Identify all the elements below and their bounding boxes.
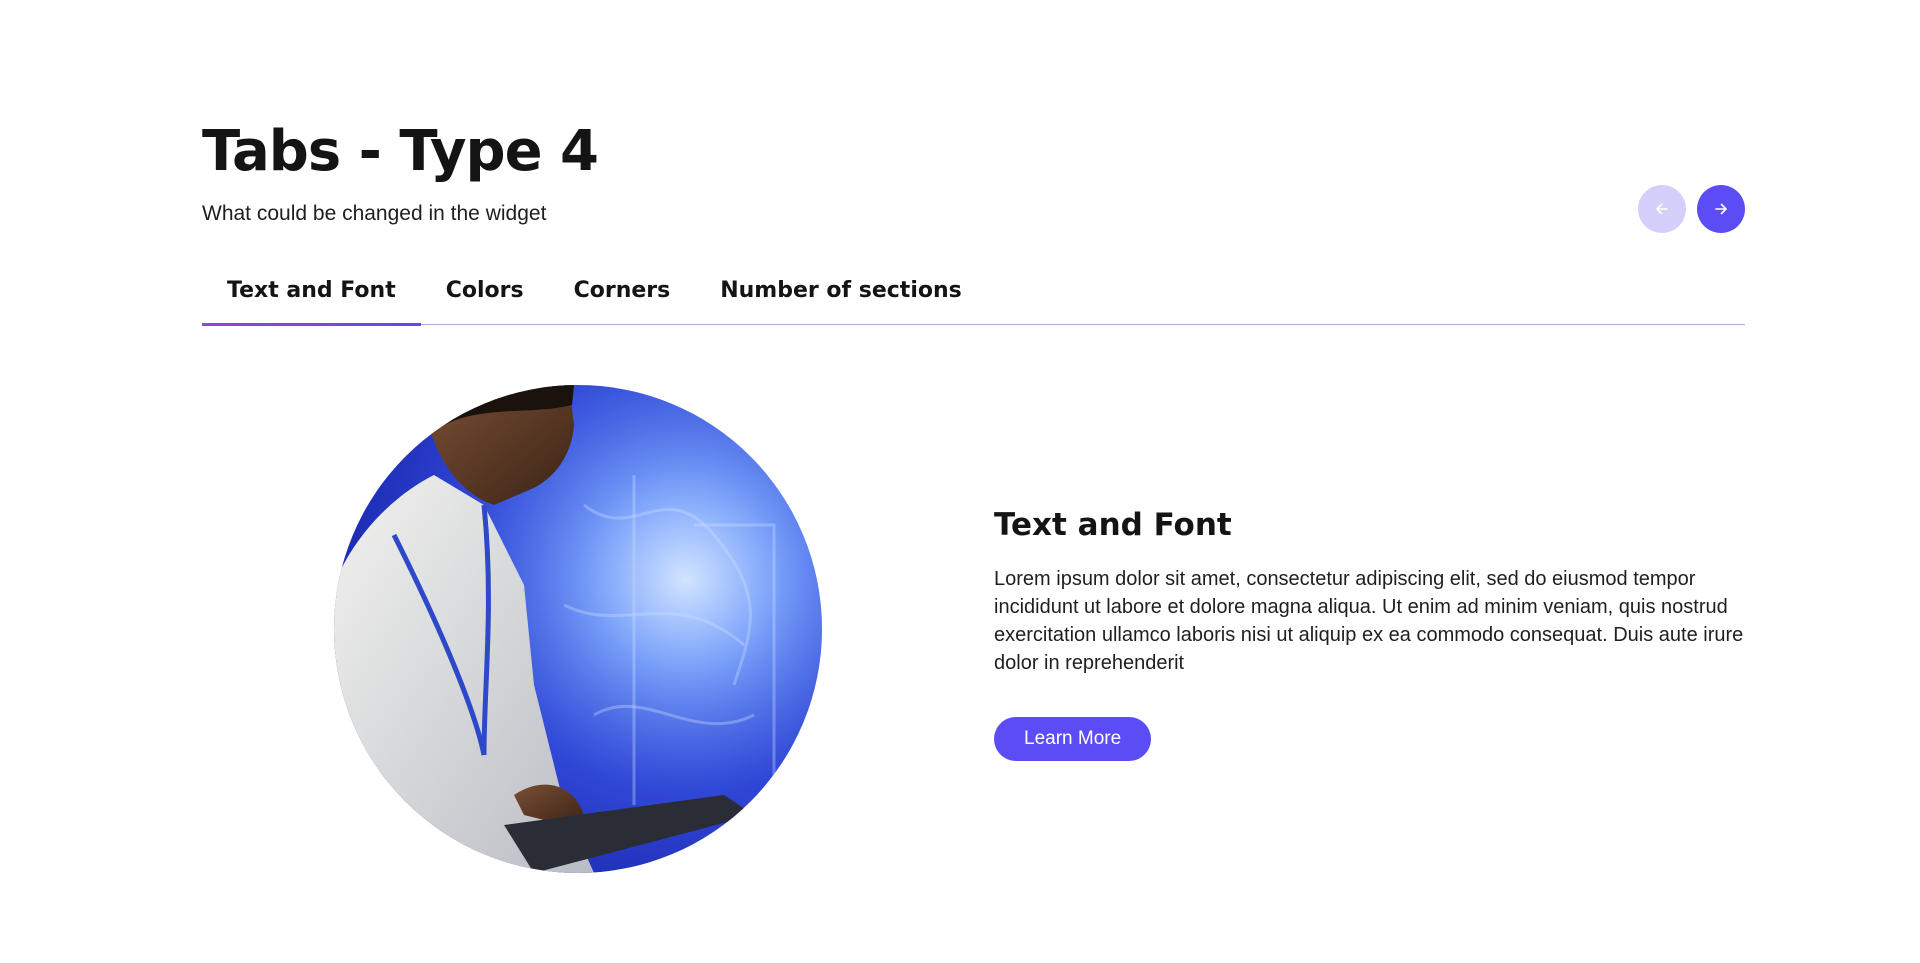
tab-text-and-font[interactable]: Text and Font [202,268,421,326]
tab-colors[interactable]: Colors [421,268,549,324]
previous-button[interactable] [1638,185,1686,233]
learn-more-button[interactable]: Learn More [994,717,1152,761]
panel-text: Text and Font Lorem ipsum dolor sit amet… [994,505,1754,761]
panel-body: Lorem ipsum dolor sit amet, consectetur … [994,568,1744,674]
tab-corners[interactable]: Corners [549,268,696,324]
tab-panel: Text and Font Lorem ipsum dolor sit amet… [202,325,1745,873]
person-with-laptop-image [334,385,822,873]
next-button[interactable] [1697,185,1745,233]
photo-illustration [334,385,822,873]
arrow-left-icon [1656,203,1668,215]
tabs-widget: Tabs - Type 4 What could be changed in t… [202,118,1745,873]
tab-number-of-sections[interactable]: Number of sections [695,268,987,324]
slider-navigation [1638,185,1745,233]
widget-header: Tabs - Type 4 What could be changed in t… [202,118,1745,268]
tab-bar: Text and Font Colors Corners Number of s… [202,268,1745,326]
arrow-right-icon [1715,203,1727,215]
page-title: Tabs - Type 4 [202,119,599,184]
page-subtitle: What could be changed in the widget [202,202,547,225]
panel-heading: Text and Font [994,507,1232,543]
